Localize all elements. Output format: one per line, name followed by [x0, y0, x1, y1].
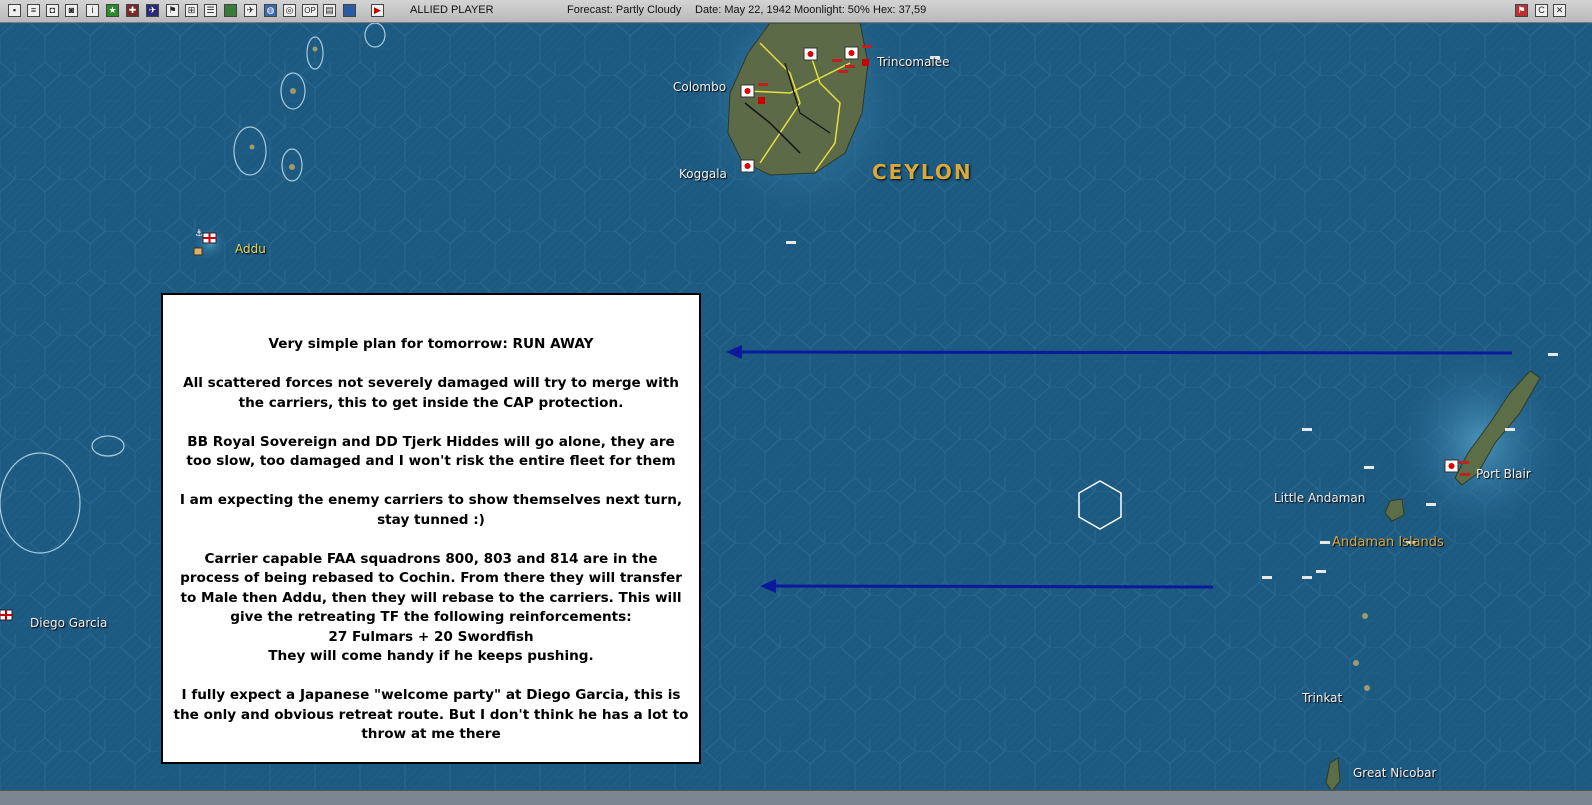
- bases-icon[interactable]: ★: [106, 4, 119, 17]
- ships-icon[interactable]: ◘: [46, 4, 59, 17]
- note-paragraph: All scattered forces not severely damage…: [183, 375, 679, 411]
- base-marker[interactable]: [1444, 459, 1459, 473]
- base-marker[interactable]: [844, 46, 859, 60]
- place-label-addu: Addu: [235, 242, 266, 256]
- place-label-diego-garcia: Diego Garcia: [30, 616, 108, 630]
- subs-icon[interactable]: ◙: [65, 4, 78, 17]
- flag-icon[interactable]: ⚑: [166, 4, 179, 17]
- player-label: ALLIED PLAYER: [410, 4, 494, 16]
- planes-icon[interactable]: ✈: [244, 4, 257, 17]
- globe-icon[interactable]: ◍: [264, 4, 277, 17]
- base-marker[interactable]: [803, 47, 818, 61]
- allied-flag-icon[interactable]: ⚑: [1515, 4, 1528, 17]
- map-icon[interactable]: ▪: [8, 4, 21, 17]
- intel-icon[interactable]: i: [86, 4, 99, 17]
- exit-icon[interactable]: ✕: [1553, 4, 1566, 17]
- base-marker[interactable]: [740, 84, 755, 98]
- place-label-trincomalee: Trincomalee: [877, 55, 950, 69]
- forecast-label: Forecast: Partly Cloudy: [567, 4, 682, 16]
- end-turn-icon[interactable]: ▶: [371, 4, 384, 17]
- note-paragraph: Carrier capable FAA squadrons 800, 803 a…: [180, 550, 682, 626]
- place-label-port-blair: Port Blair: [1476, 467, 1531, 481]
- sheets-icon[interactable]: ▤: [323, 4, 336, 17]
- note-paragraph: BB Royal Sovereign and DD Tjerk Hiddes w…: [186, 433, 676, 470]
- screen-icon[interactable]: [343, 4, 356, 17]
- list-icon[interactable]: ☰: [204, 4, 217, 17]
- place-label-andaman-islands: Andaman Islands: [1332, 535, 1444, 550]
- commentary-note: Very simple plan for tomorrow: RUN AWAY …: [161, 293, 701, 764]
- display-icon[interactable]: [224, 4, 237, 17]
- hex-label: Hex: 37,59: [873, 4, 927, 16]
- air-icon[interactable]: ✚: [126, 4, 139, 17]
- moonlight-label: Moonlight: 50%: [794, 4, 870, 16]
- note-paragraph: Very simple plan for tomorrow: RUN AWAY: [268, 336, 594, 352]
- group-icon[interactable]: ⊞: [185, 4, 198, 17]
- note-paragraph: I am expecting the enemy carriers to sho…: [179, 492, 683, 528]
- report-icon[interactable]: ≡: [27, 4, 40, 17]
- note-paragraph: 27 Fulmars + 20 Swordfish: [328, 628, 534, 645]
- addu-base[interactable]: ⚓: [192, 225, 228, 261]
- place-label-colombo: Colombo: [673, 80, 727, 94]
- place-label-koggala: Koggala: [679, 167, 727, 181]
- cancel-icon[interactable]: C: [1535, 4, 1548, 17]
- top-toolbar: ▪ ≡ ◘ ◙ i ★ ✚ ✈ ⚑ ⊞ ☰ ✈ ◍ ◎ OP ▤ ▶ ALLIE…: [0, 0, 1592, 23]
- place-label-trinkat: Trinkat: [1302, 691, 1343, 705]
- region-label-ceylon: CEYLON: [872, 160, 973, 184]
- date-label: Date: May 22, 1942: [695, 4, 792, 16]
- note-paragraph: I fully expect a Japanese "welcome party…: [173, 687, 689, 742]
- bottom-bar: [0, 790, 1592, 805]
- ground-icon[interactable]: ✈: [146, 4, 159, 17]
- base-marker[interactable]: [740, 159, 755, 173]
- op-icon[interactable]: OP: [302, 4, 318, 17]
- diego-garcia-base[interactable]: [0, 609, 13, 621]
- review-icon[interactable]: ◎: [283, 4, 296, 17]
- place-label-great-nicobar: Great Nicobar: [1353, 766, 1437, 780]
- svg-text:⚓: ⚓: [195, 229, 203, 239]
- note-paragraph: They will come handy if he keeps pushing…: [268, 648, 594, 664]
- place-label-little-andaman: Little Andaman: [1274, 491, 1366, 505]
